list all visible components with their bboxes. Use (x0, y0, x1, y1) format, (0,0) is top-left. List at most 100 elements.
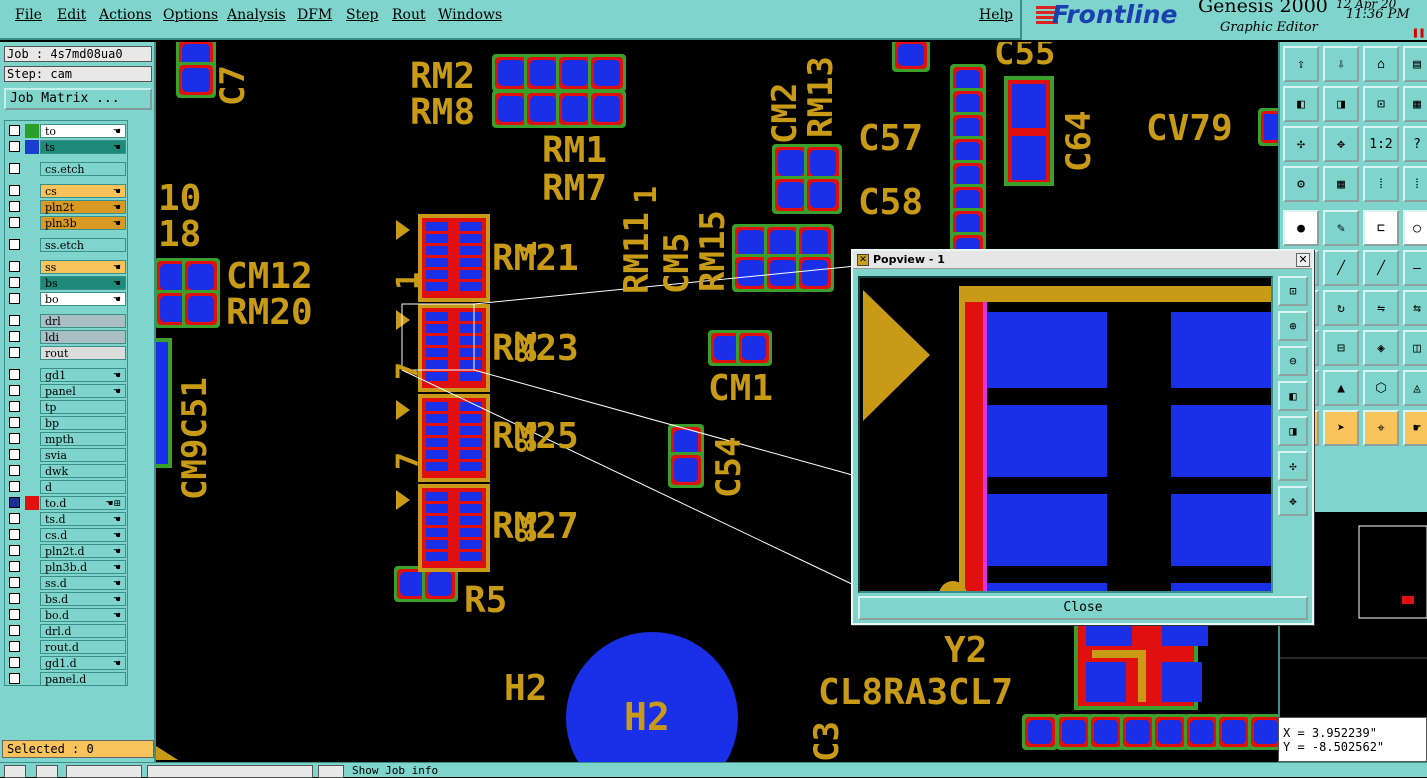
menu-analysis[interactable]: Analysis (227, 7, 286, 23)
ratio-icon[interactable]: 1:2 (1363, 126, 1399, 162)
layer-name[interactable]: svia (40, 448, 126, 462)
layer-checkbox[interactable] (9, 449, 20, 460)
layer-name[interactable]: gd1 ☚ (40, 368, 126, 382)
menu-dfm[interactable]: DFM (297, 7, 332, 23)
close-icon[interactable]: ✕ (1296, 253, 1310, 267)
pan-right-icon[interactable]: ◨ (1278, 416, 1308, 446)
job-matrix-button[interactable]: Job Matrix ... (4, 88, 152, 110)
menu-help[interactable]: Help (979, 7, 1013, 23)
layer-checkbox[interactable] (9, 673, 20, 684)
layer-row-pln2t[interactable]: pln2t ☚ (7, 200, 127, 214)
vertex-icon[interactable]: ◬ (1403, 370, 1427, 406)
layer-name[interactable]: mpth (40, 432, 126, 446)
circle-icon[interactable]: ○ (1403, 210, 1427, 246)
grid-icon[interactable]: ▦ (1403, 86, 1427, 122)
pan-right-icon[interactable]: ◨ (1323, 86, 1359, 122)
layer-checkbox[interactable] (9, 315, 20, 326)
layer-checkbox[interactable] (9, 401, 20, 412)
layer-checkbox[interactable] (9, 625, 20, 636)
grid-view-icon[interactable]: ▦ (1323, 166, 1359, 202)
dash-icon[interactable]: — (1403, 250, 1427, 286)
layer-name[interactable]: cs ☚ (40, 184, 126, 198)
popview-titlebar[interactable]: ✕ Popview - 1 ✕ (853, 251, 1312, 269)
layer-checkbox[interactable] (9, 545, 20, 556)
pan-left-icon[interactable]: ◧ (1278, 381, 1308, 411)
pad-alt-icon[interactable]: ⁞ (1403, 166, 1427, 202)
pointer-box-icon[interactable]: ⌖ (1363, 410, 1399, 446)
layer-name[interactable]: cs.etch (40, 162, 126, 176)
layer-name[interactable]: to ☚ (40, 124, 126, 138)
layer-checkbox[interactable] (9, 529, 20, 540)
menu-options[interactable]: Options (163, 7, 218, 23)
layer-name[interactable]: pln3b.d ☚ (40, 560, 126, 574)
layer-name[interactable]: ldi (40, 330, 126, 344)
zoom-out-icon[interactable]: ⊖ (1278, 346, 1308, 376)
measure-icon[interactable]: ⊟ (1323, 330, 1359, 366)
layer-row-rout-d[interactable]: rout.d (7, 640, 127, 654)
layer-row-rout[interactable]: rout (7, 346, 127, 360)
layer-name[interactable]: to.d ☚⊞ (40, 496, 126, 510)
window-menu-icon[interactable]: ✕ (857, 254, 869, 266)
status-input[interactable] (147, 765, 313, 778)
menu-edit[interactable]: Edit (57, 7, 86, 23)
popview-close-button[interactable]: Close (858, 596, 1308, 620)
layer-row-bs[interactable]: bs ☚ (7, 276, 127, 290)
triangle-up-icon[interactable]: ▲ (1323, 370, 1359, 406)
layer-name[interactable]: bp (40, 416, 126, 430)
layer-name[interactable]: ss.d ☚ (40, 576, 126, 590)
layers-icon[interactable]: ▤ (1403, 46, 1427, 82)
layer-name[interactable]: dwk (40, 464, 126, 478)
snap-icon[interactable]: ⚙ (1283, 166, 1319, 202)
zoom-box-icon[interactable]: ⊡ (1363, 86, 1399, 122)
split-icon[interactable]: ◫ (1403, 330, 1427, 366)
expand-icon[interactable]: ✣ (1278, 451, 1308, 481)
layer-row-mpth[interactable]: mpth (7, 432, 127, 446)
layer-row-gd1[interactable]: gd1 ☚ (7, 368, 127, 382)
layer-checkbox[interactable] (9, 593, 20, 604)
pointer-hand-icon[interactable]: ☛ (1403, 410, 1427, 446)
layer-checkbox[interactable] (9, 347, 20, 358)
layer-row-to-d[interactable]: to.d ☚⊞ (7, 496, 127, 510)
mirror-icon[interactable]: ⇋ (1363, 290, 1399, 326)
status-icon-2[interactable] (36, 765, 58, 778)
layer-name[interactable]: rout.d (40, 640, 126, 654)
layer-checkbox[interactable] (9, 497, 20, 508)
home-icon[interactable]: ⌂ (1363, 46, 1399, 82)
line-icon[interactable]: ╱ (1323, 250, 1359, 286)
layer-checkbox[interactable] (9, 417, 20, 428)
layer-name[interactable]: ss.etch (40, 238, 126, 252)
menu-rout[interactable]: Rout (392, 7, 426, 23)
layer-checkbox[interactable] (9, 261, 20, 272)
center-icon[interactable]: ✥ (1323, 126, 1359, 162)
layer-row-cs[interactable]: cs ☚ (7, 184, 127, 198)
layer-row-cs-d[interactable]: cs.d ☚ (7, 528, 127, 542)
layer-checkbox[interactable] (9, 217, 20, 228)
layer-name[interactable]: ss ☚ (40, 260, 126, 274)
menu-step[interactable]: Step (346, 7, 378, 23)
layer-name[interactable]: drl (40, 314, 126, 328)
pause-icon[interactable]: ❚❚ (1412, 26, 1425, 39)
layer-row-bo[interactable]: bo ☚ (7, 292, 127, 306)
download-icon[interactable]: ⇩ (1323, 46, 1359, 82)
layer-row-svia[interactable]: svia (7, 448, 127, 462)
layer-row-pln2t-d[interactable]: pln2t.d ☚ (7, 544, 127, 558)
upload-icon[interactable]: ⇪ (1283, 46, 1319, 82)
layer-row-pln3b-d[interactable]: pln3b.d ☚ (7, 560, 127, 574)
layer-name[interactable]: ts.d ☚ (40, 512, 126, 526)
layer-checkbox[interactable] (9, 561, 20, 572)
layer-checkbox[interactable] (9, 385, 20, 396)
layer-name[interactable]: panel ☚ (40, 384, 126, 398)
layer-name[interactable]: bs ☚ (40, 276, 126, 290)
layer-checkbox[interactable] (9, 433, 20, 444)
menu-actions[interactable]: Actions (99, 7, 152, 23)
layer-row-panel-d[interactable]: panel.d (7, 672, 127, 686)
menu-windows[interactable]: Windows (438, 7, 502, 23)
layer-checkbox[interactable] (9, 331, 20, 342)
pointer-alt-icon[interactable]: ➤ (1323, 410, 1359, 446)
fit-icon[interactable]: ✣ (1283, 126, 1319, 162)
layer-row-bp[interactable]: bp (7, 416, 127, 430)
layer-checkbox[interactable] (9, 277, 20, 288)
layer-row-to[interactable]: to ☚ (7, 124, 127, 138)
layer-row-ss-d[interactable]: ss.d ☚ (7, 576, 127, 590)
rotate-icon[interactable]: ↻ (1323, 290, 1359, 326)
